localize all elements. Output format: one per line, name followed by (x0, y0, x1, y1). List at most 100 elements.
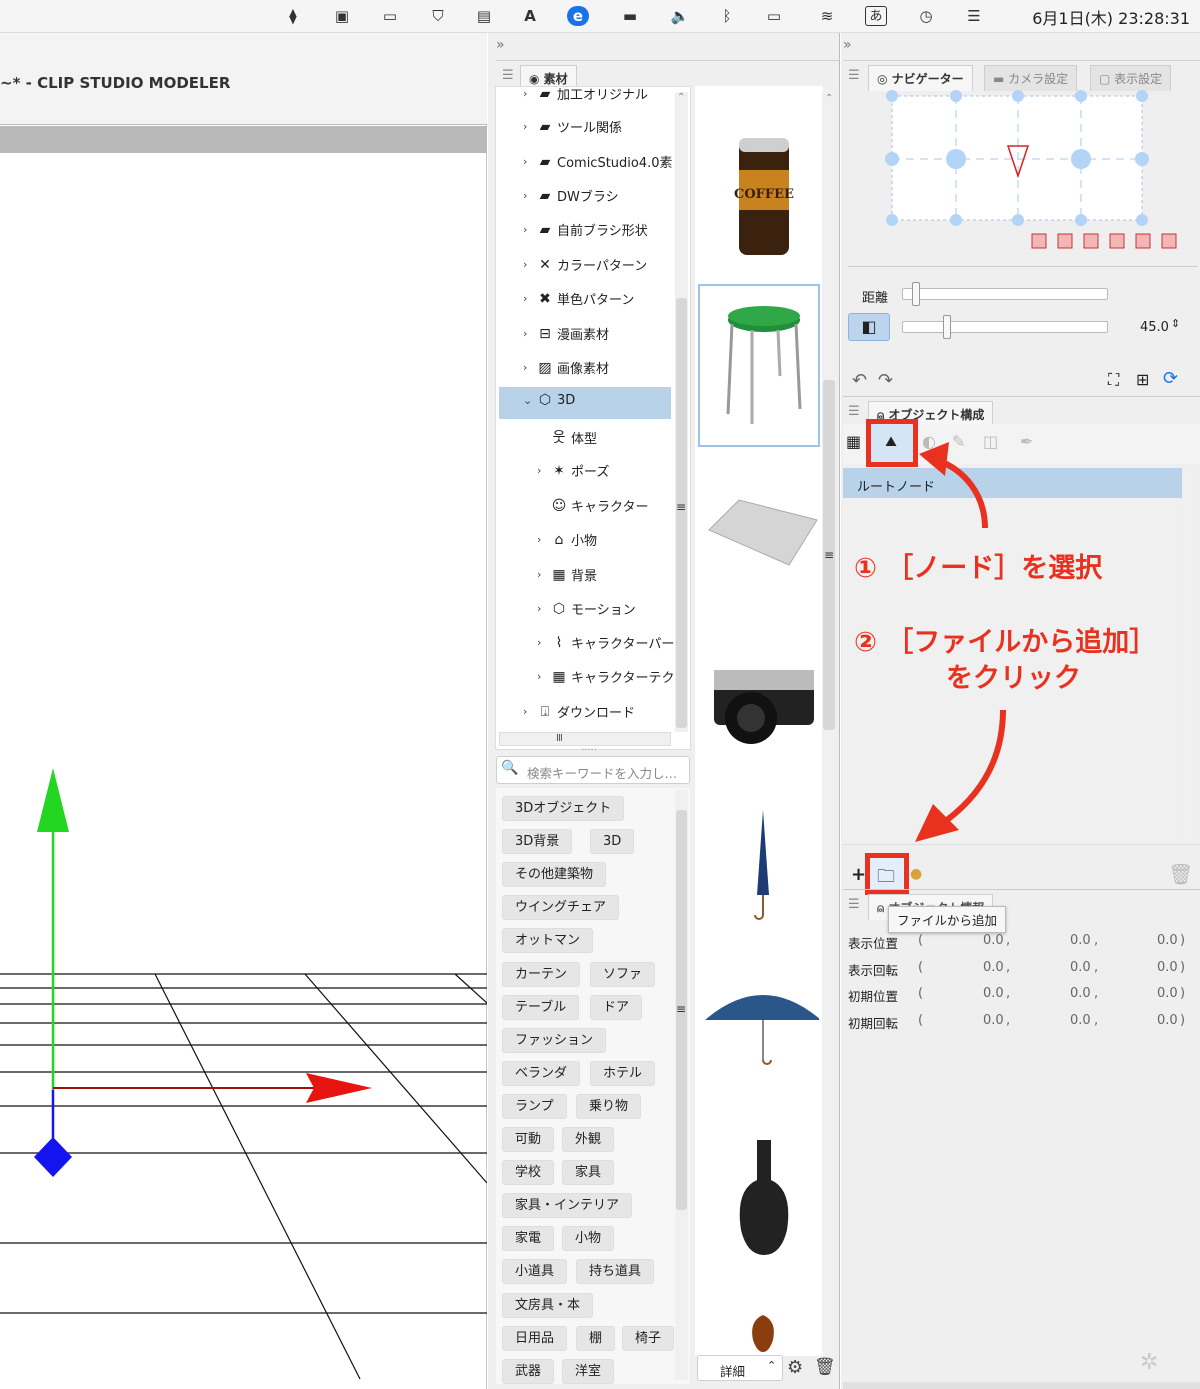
thumb-menu-icon[interactable]: ≡ (824, 548, 834, 562)
chevron-right-icon[interactable]: › (523, 258, 533, 271)
tree-item[interactable]: › ▰ 加工オリジナル (523, 84, 648, 104)
chevron-right-icon[interactable]: › (523, 189, 533, 202)
fit-view-icon[interactable]: ⛶ (1108, 370, 1119, 390)
collapse-right-icon[interactable]: » (843, 37, 852, 53)
tag-button[interactable]: 家電 (502, 1226, 555, 1252)
splitter-grip-icon[interactable]: ····· (581, 745, 597, 756)
tag-button[interactable]: 外観 (562, 1127, 615, 1152)
tree-item[interactable]: › ▰ DWブラシ (523, 186, 619, 206)
time-machine-icon[interactable]: ◷ (915, 6, 937, 26)
y-value[interactable]: 0.0 (1070, 960, 1091, 975)
tree-item[interactable]: › ⍗ ダウンロード (523, 702, 635, 722)
search-box[interactable]: 🔍 検索キーワードを入力し… (496, 756, 690, 784)
chevron-right-icon[interactable]: › (523, 361, 533, 374)
menubar-clock[interactable]: 6月1日(木) 23:28:31 (1032, 5, 1190, 29)
stool-thumbnail[interactable] (698, 284, 820, 447)
tree-item[interactable]: › ▦ 背景 (537, 565, 597, 585)
tag-button[interactable]: 家具・インテリア (502, 1193, 633, 1219)
z-value[interactable]: 0.0 (1157, 960, 1178, 975)
axis-gizmo[interactable] (0, 760, 400, 1190)
tray-thumbnail[interactable] (699, 470, 819, 620)
gear-icon[interactable]: ⚙ (787, 1357, 803, 1378)
angle-value[interactable]: 45.0 (1140, 320, 1169, 335)
tag-button[interactable]: 洋室 (562, 1358, 615, 1384)
violin-thumbnail[interactable] (699, 1300, 819, 1352)
angle-slider[interactable] (902, 321, 1108, 333)
coffee-can-thumbnail[interactable]: COFFEE (699, 130, 819, 280)
tree-item[interactable]: › ⊟ 漫画素材 (523, 324, 609, 344)
search-input[interactable]: 検索キーワードを入力し… (527, 763, 677, 782)
volume-icon[interactable]: 🔈 (669, 6, 691, 26)
y-value[interactable]: 0.0 (1070, 986, 1091, 1001)
input-method-icon[interactable]: あ (865, 6, 887, 26)
panel-menu-icon[interactable]: ☰ (848, 68, 860, 83)
tag-button[interactable]: ファッション (502, 1027, 607, 1053)
collapse-left-icon[interactable]: » (496, 37, 505, 53)
tree-item[interactable]: › ▰ ComicStudio4.0素 (523, 152, 673, 172)
tag-button[interactable]: テーブル (502, 994, 580, 1020)
tag-button[interactable]: 可動 (502, 1127, 555, 1152)
wifi-icon[interactable]: ≋ (816, 6, 838, 26)
tree-item[interactable]: › ✖ 単色パターン (523, 289, 634, 309)
chevron-right-icon[interactable]: › (523, 327, 533, 340)
tree-item[interactable]: › ▦ キャラクターテク (537, 667, 674, 687)
tag-button[interactable]: カーテン (502, 961, 581, 987)
x-axis-arrow-icon[interactable] (306, 1073, 372, 1103)
tree-item[interactable]: › ⌂ 小物 (537, 530, 597, 550)
tag-button[interactable]: 学校 (502, 1160, 555, 1186)
light-icon[interactable]: ✒ (1020, 432, 1033, 451)
reset-view-icon[interactable]: ⟳ (1163, 368, 1178, 389)
battery-toggle-icon[interactable]: ▬ (619, 6, 641, 26)
hscroll-grip-icon[interactable]: Ⅲ (556, 733, 563, 744)
battery-icon[interactable]: ▭ (763, 6, 785, 26)
distance-slider-thumb[interactable] (912, 282, 921, 306)
tree-item[interactable]: › ⌇ キャラクターパー (537, 633, 674, 653)
clipboard-icon[interactable]: ▤ (473, 6, 495, 26)
e-icon[interactable]: e (567, 6, 589, 26)
node-scrollbar[interactable] (1183, 468, 1198, 844)
tag-button[interactable]: ソファ (590, 961, 656, 987)
distance-slider[interactable] (902, 288, 1108, 300)
tag-button[interactable]: 棚 (576, 1325, 616, 1351)
tree-item[interactable]: 웃 体型 (537, 427, 597, 447)
bluetooth-icon[interactable]: ᛒ (716, 6, 738, 26)
closed-umbrella-thumbnail[interactable] (699, 800, 819, 950)
add-icon[interactable]: + (851, 864, 866, 885)
tag-button[interactable]: 家具 (562, 1160, 615, 1186)
tree-item[interactable]: › ▰ 自前ブラシ形状 (523, 220, 648, 240)
z-value[interactable]: 0.0 (1157, 986, 1178, 1001)
tag-button[interactable]: オットマン (502, 928, 594, 954)
tag-button[interactable]: 持ち道具 (576, 1259, 655, 1285)
tree-item[interactable]: › ✶ ポーズ (537, 461, 609, 481)
chevron-right-icon[interactable]: › (537, 670, 547, 683)
tag-button[interactable]: 乗り物 (576, 1093, 642, 1119)
navigator-preview[interactable] (846, 88, 1196, 268)
tag-button[interactable]: その他建築物 (502, 862, 607, 888)
chevron-right-icon[interactable]: › (537, 636, 547, 649)
tag-button[interactable]: ドア (590, 994, 643, 1020)
tag-button[interactable]: ベランダ (502, 1060, 581, 1086)
camera-thumbnail[interactable] (699, 640, 819, 790)
tree-item[interactable]: › ✕ カラーパターン (523, 255, 647, 275)
scene-icon[interactable]: ▦ (846, 432, 861, 451)
redo-icon[interactable]: ↷ (878, 370, 893, 391)
panel-menu-icon[interactable]: ☰ (848, 897, 860, 912)
camera-perspective-icon[interactable]: ◧ (848, 313, 890, 341)
tag-menu-icon[interactable]: ≡ (676, 1002, 686, 1016)
thumb-scroll-up-icon[interactable]: ⌃ (825, 93, 833, 104)
chevron-right-icon[interactable]: › (523, 705, 533, 718)
detail-select[interactable]: 詳細 ⌃ (697, 1355, 783, 1381)
angle-slider-thumb[interactable] (943, 315, 952, 339)
chevron-right-icon[interactable]: › (537, 533, 547, 546)
control-center-icon[interactable]: ☰ (963, 6, 985, 26)
display-icon[interactable]: ▭ (379, 6, 401, 26)
open-umbrella-thumbnail[interactable] (699, 980, 821, 1130)
chevron-right-icon[interactable]: › (537, 464, 547, 477)
y-value[interactable]: 0.0 (1070, 933, 1091, 948)
tag-button[interactable]: 3D (590, 829, 635, 855)
tag-button[interactable]: ホテル (590, 1060, 656, 1086)
tree-menu-icon[interactable]: ≡ (676, 500, 686, 514)
tree-hscrollbar[interactable] (499, 732, 671, 746)
shield-icon[interactable]: ⛉ (427, 6, 449, 26)
tree-item[interactable]: › ▨ 画像素材 (523, 358, 609, 378)
